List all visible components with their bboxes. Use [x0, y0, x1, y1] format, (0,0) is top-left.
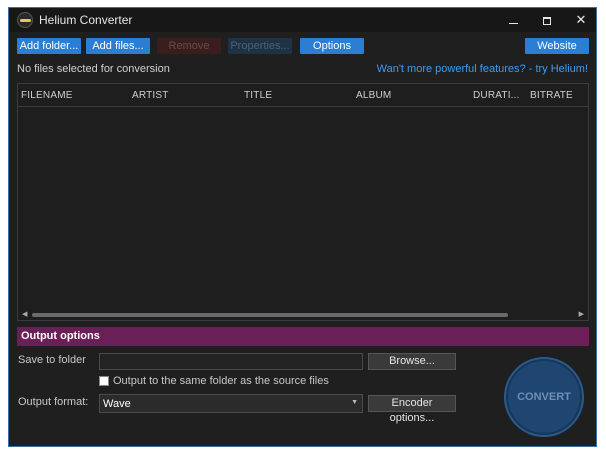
helium-app-icon: [17, 12, 33, 28]
add-folder-button[interactable]: Add folder...: [17, 38, 81, 54]
properties-button[interactable]: Properties...: [228, 38, 292, 54]
output-format-select[interactable]: Wave ▼: [99, 394, 363, 413]
save-to-folder-label: Save to folder: [18, 354, 86, 366]
output-format-label: Output format:: [18, 396, 89, 408]
encoder-options-button[interactable]: Encoder options...: [368, 395, 456, 424]
chevron-down-icon: ▼: [351, 399, 358, 406]
column-header-album[interactable]: ALBUM: [356, 90, 391, 101]
website-button[interactable]: Website: [525, 38, 589, 54]
column-header-title[interactable]: TITLE: [244, 90, 272, 101]
horizontal-scrollbar[interactable]: ◀ ▶: [18, 310, 588, 320]
column-header-filename[interactable]: FILENAME: [21, 90, 73, 101]
file-list[interactable]: FILENAME ARTIST TITLE ALBUM DURATI... BI…: [17, 83, 589, 321]
maximize-icon: [543, 16, 551, 25]
scrollbar-thumb[interactable]: [32, 313, 508, 317]
column-header-duration[interactable]: DURATI...: [473, 90, 520, 101]
options-button[interactable]: Options: [300, 38, 364, 54]
minimize-button[interactable]: [496, 8, 530, 32]
window-title: Helium Converter: [39, 13, 133, 27]
output-options-header: Output options: [17, 327, 589, 346]
save-folder-field[interactable]: [99, 353, 363, 370]
close-icon: ✕: [575, 12, 587, 27]
output-format-value: Wave: [103, 398, 131, 410]
column-header-bitrate[interactable]: BITRATE: [530, 90, 573, 101]
minimize-icon: [508, 23, 518, 25]
app-window: Helium Converter ✕ Add folder... Add fil…: [8, 7, 597, 447]
same-folder-checkbox[interactable]: [99, 376, 109, 386]
add-files-button[interactable]: Add files...: [86, 38, 150, 54]
status-text: No files selected for conversion: [17, 63, 170, 75]
convert-button[interactable]: CONVERT: [504, 357, 584, 437]
scroll-right-icon[interactable]: ▶: [579, 310, 584, 320]
maximize-button[interactable]: [530, 8, 564, 32]
title-bar: Helium Converter ✕: [9, 8, 596, 32]
scroll-left-icon[interactable]: ◀: [22, 310, 27, 320]
browse-button[interactable]: Browse...: [368, 353, 456, 370]
column-header-artist[interactable]: ARTIST: [132, 90, 169, 101]
close-button[interactable]: ✕: [564, 8, 596, 32]
same-folder-checkbox-label[interactable]: Output to the same folder as the source …: [113, 375, 329, 387]
promo-link[interactable]: Wan't more powerful features? - try Heli…: [377, 63, 588, 75]
file-list-header: FILENAME ARTIST TITLE ALBUM DURATI... BI…: [18, 84, 588, 107]
remove-button[interactable]: Remove: [157, 38, 221, 54]
